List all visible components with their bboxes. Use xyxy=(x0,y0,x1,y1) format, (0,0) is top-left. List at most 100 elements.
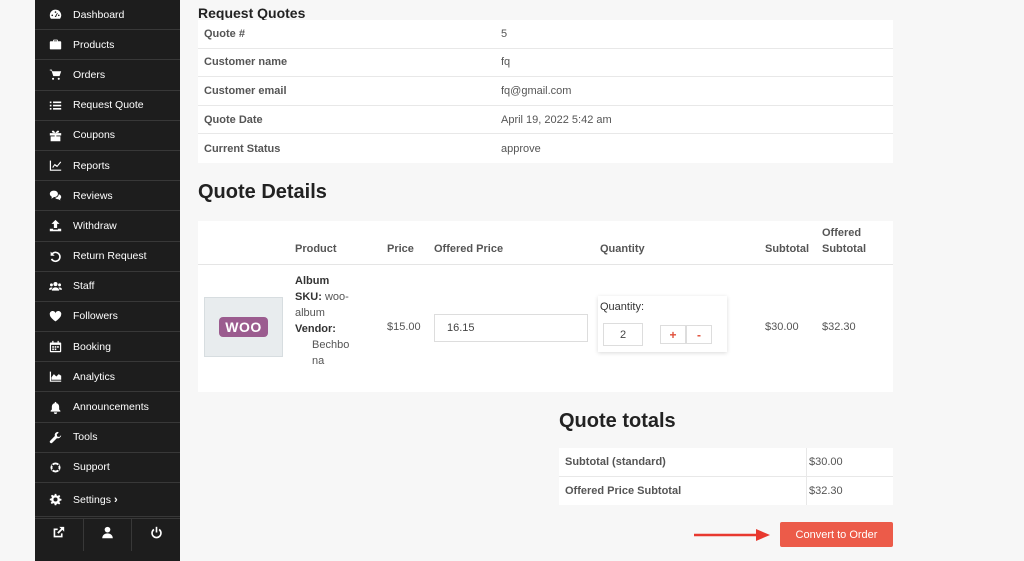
quote-details-title: Quote Details xyxy=(198,181,327,203)
quantity-control: Quantity: 2 + - xyxy=(598,296,727,352)
sidebar-item-tools[interactable]: Tools xyxy=(35,423,180,453)
col-quantity: Quantity xyxy=(600,243,645,255)
table-row: Customer email fq@gmail.com xyxy=(198,77,893,106)
sidebar-item-request-quote[interactable]: Request Quote xyxy=(35,91,180,121)
table-row: Quote Date April 19, 2022 5:42 am xyxy=(198,106,893,135)
item-subtotal: $30.00 xyxy=(765,321,799,333)
sidebar-item-coupons[interactable]: Coupons xyxy=(35,121,180,151)
product-info: Album SKU: woo- album Vendor: Bechbo na xyxy=(295,273,357,369)
col-price: Price xyxy=(387,243,414,255)
sidebar-item-label: Analytics xyxy=(73,370,116,383)
table-row: Quote # 5 xyxy=(198,20,893,49)
quantity-label: Quantity: xyxy=(600,301,645,313)
woo-logo: WOO xyxy=(219,317,268,337)
sidebar-item-booking[interactable]: Booking xyxy=(35,332,180,363)
wrench-icon xyxy=(47,430,63,444)
vendor-sidebar: Dashboard Products Orders Request Quote … xyxy=(35,0,180,561)
users-icon xyxy=(47,279,63,293)
pointer-arrow xyxy=(694,529,770,541)
quote-info-table: Quote # 5 Customer name fq Customer emai… xyxy=(198,20,893,163)
sidebar-item-label: Support xyxy=(73,461,110,474)
quote-number-value: 5 xyxy=(501,27,508,40)
cart-icon xyxy=(47,68,63,82)
table-row: Subtotal (standard) $30.00 xyxy=(559,448,893,477)
offered-price-input[interactable]: 16.15 xyxy=(434,314,588,342)
vendor-name-part1[interactable]: Bechbo xyxy=(295,337,357,353)
customer-email-label: Customer email xyxy=(204,84,287,97)
sidebar-item-orders[interactable]: Orders xyxy=(35,60,180,91)
sidebar-item-products[interactable]: Products xyxy=(35,30,180,61)
vendor-name-part2[interactable]: na xyxy=(295,353,357,369)
user-icon xyxy=(101,526,114,544)
customer-email-value: fq@gmail.com xyxy=(501,84,572,97)
sidebar-item-label: Staff xyxy=(73,280,95,293)
lifebuoy-icon xyxy=(47,460,63,474)
table-row: Current Status approve xyxy=(198,134,893,163)
sidebar-item-staff[interactable]: Staff xyxy=(35,272,180,302)
customer-name-value: fq xyxy=(501,56,511,69)
col-subtotal: Subtotal xyxy=(765,243,809,255)
quantity-increase-button[interactable]: + xyxy=(660,325,686,344)
sidebar-item-settings[interactable]: Settings › xyxy=(35,483,180,517)
current-status-value: approve xyxy=(501,142,541,155)
convert-to-order-button[interactable]: Convert to Order xyxy=(780,522,893,547)
sidebar-item-label: Settings xyxy=(73,493,111,506)
subtotal-standard-value: $30.00 xyxy=(809,455,843,468)
col-product: Product xyxy=(295,243,337,255)
logout-button[interactable] xyxy=(132,519,180,551)
customer-name-label: Customer name xyxy=(204,56,288,69)
chevron-right-icon: › xyxy=(113,493,118,506)
sidebar-item-support[interactable]: Support xyxy=(35,453,180,483)
quantity-decrease-button[interactable]: - xyxy=(686,325,712,344)
sidebar-item-label: Reviews xyxy=(73,189,113,202)
sku-value-part2: album xyxy=(295,307,325,319)
sidebar-item-label: Followers xyxy=(73,310,118,323)
table-row: WOO Album SKU: woo- album Vendor: Bechbo… xyxy=(198,265,893,392)
sidebar-item-dashboard[interactable]: Dashboard xyxy=(35,0,180,31)
sidebar-item-analytics[interactable]: Analytics xyxy=(35,362,180,393)
sidebar-item-label: Products xyxy=(73,38,115,51)
col-offered-subtotal-line2: Subtotal xyxy=(822,243,866,255)
quote-date-value: April 19, 2022 5:42 am xyxy=(501,113,612,126)
request-quotes-title: Request Quotes xyxy=(198,5,306,21)
subtotal-standard-label: Subtotal (standard) xyxy=(559,448,807,476)
bell-icon xyxy=(47,400,63,414)
sidebar-item-followers[interactable]: Followers xyxy=(35,302,180,333)
sidebar-item-label: Coupons xyxy=(73,129,116,142)
sidebar-item-reports[interactable]: Reports xyxy=(35,151,180,182)
quote-details-table: Product Price Offered Price Quantity Sub… xyxy=(198,221,893,392)
profile-button[interactable] xyxy=(84,519,133,551)
visit-store-button[interactable] xyxy=(35,519,84,551)
product-name[interactable]: Album xyxy=(295,275,329,287)
gift-icon xyxy=(47,128,63,142)
sidebar-item-reviews[interactable]: Reviews xyxy=(35,181,180,212)
sku-value-part1: woo- xyxy=(324,291,349,303)
table-header: Product Price Offered Price Quantity Sub… xyxy=(198,221,893,265)
undo-icon xyxy=(47,249,63,263)
offered-subtotal-value: $32.30 xyxy=(809,484,843,497)
table-row: Offered Price Subtotal $32.30 xyxy=(559,476,893,505)
item-offered-subtotal: $32.30 xyxy=(822,321,856,333)
comments-icon xyxy=(47,189,63,203)
table-row: Customer name fq xyxy=(198,49,893,78)
product-thumbnail[interactable]: WOO xyxy=(204,297,283,357)
quote-number-label: Quote # xyxy=(204,27,245,40)
sidebar-item-label: Request Quote xyxy=(73,99,144,112)
vendor-label: Vendor: xyxy=(295,323,336,335)
quote-totals-title: Quote totals xyxy=(559,410,676,432)
sidebar-item-withdraw[interactable]: Withdraw xyxy=(35,211,180,242)
sidebar-item-label: Orders xyxy=(73,68,106,81)
power-icon xyxy=(150,526,163,544)
col-offered-price: Offered Price xyxy=(434,243,504,255)
briefcase-icon xyxy=(47,38,63,52)
sidebar-footer xyxy=(35,518,180,551)
sidebar-item-return-request[interactable]: Return Request xyxy=(35,242,180,272)
col-offered-subtotal-line1: Offered xyxy=(822,227,862,239)
sidebar-item-announcements[interactable]: Announcements xyxy=(35,392,180,423)
sidebar-item-label: Return Request xyxy=(73,250,147,263)
offered-price-value: 16.15 xyxy=(447,322,475,334)
quote-totals-table: Subtotal (standard) $30.00 Offered Price… xyxy=(559,448,893,505)
quantity-input[interactable]: 2 xyxy=(603,323,643,346)
upload-icon xyxy=(47,219,63,233)
dashboard-icon xyxy=(47,8,63,22)
